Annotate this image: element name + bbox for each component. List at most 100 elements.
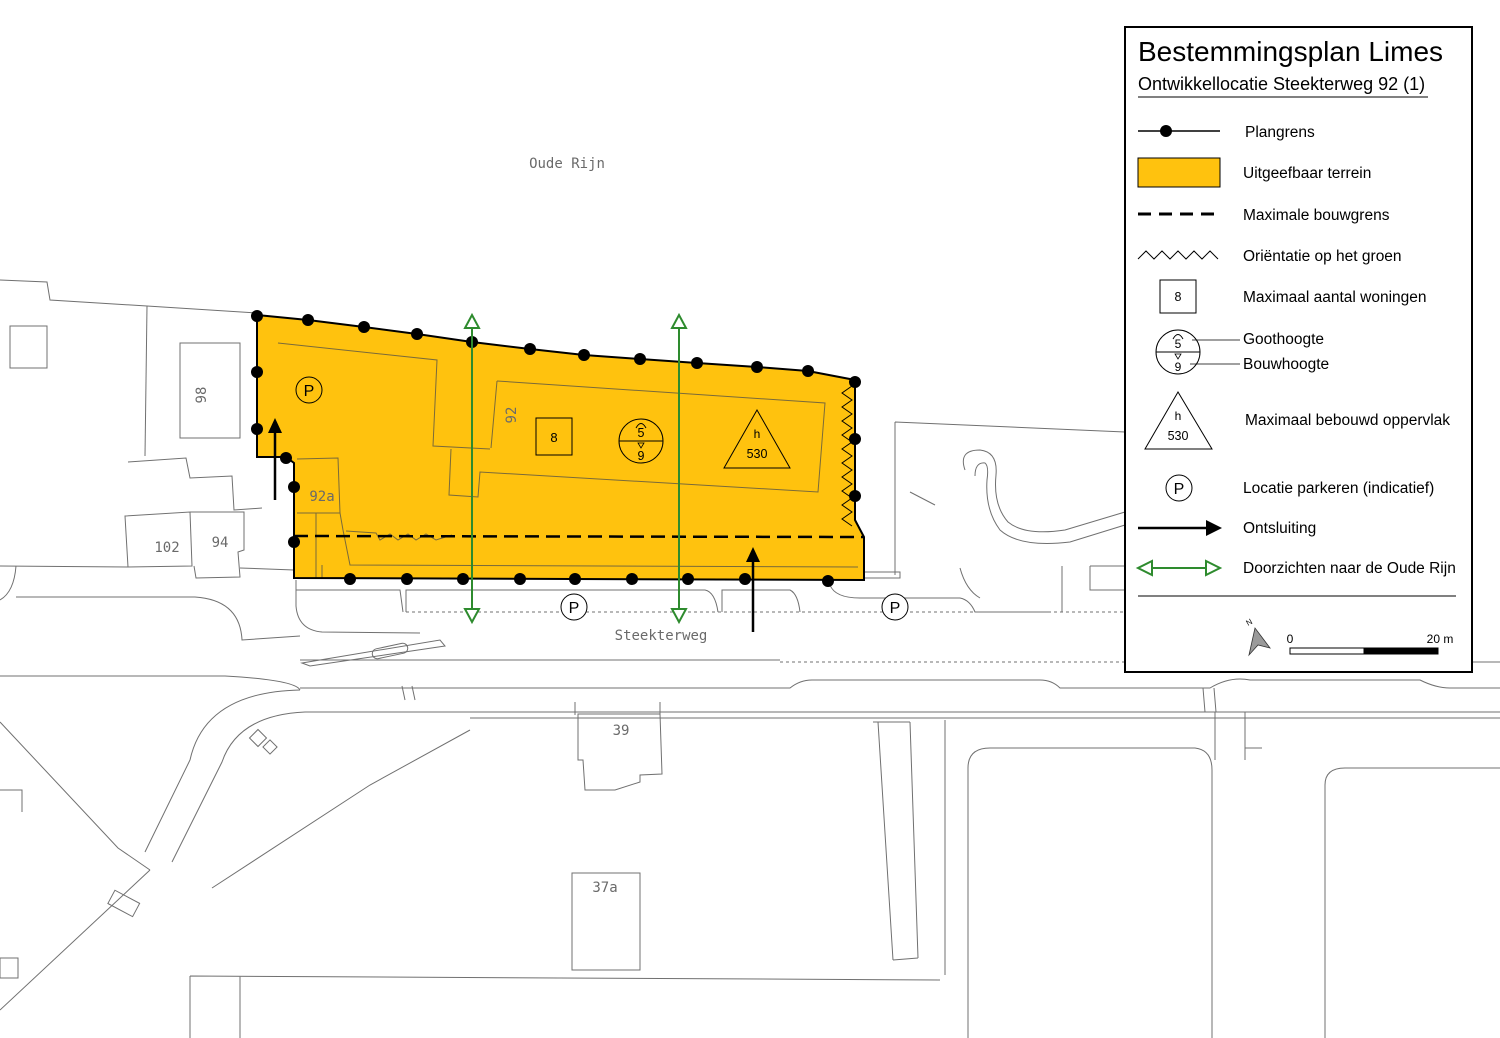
- plan-boundary-dot: [751, 361, 763, 373]
- plan-boundary-dot: [288, 481, 300, 493]
- plan-boundary-dot: [634, 353, 646, 365]
- cadastral-line: [0, 789, 23, 812]
- building-outline-98: [179, 342, 241, 439]
- parking-letter: P: [304, 383, 315, 400]
- gutter-height-value: 5: [638, 426, 645, 440]
- curb-line: [296, 589, 404, 613]
- legend: Bestemmingsplan Limes Ontwikkellocatie S…: [1124, 26, 1473, 673]
- house-number-label: 102: [154, 540, 179, 556]
- legend-dwellings-value: 8: [1175, 290, 1182, 304]
- plan-boundary-dot: [682, 573, 694, 585]
- cadastral-line: [574, 702, 661, 715]
- plan-boundary-dot: [569, 573, 581, 585]
- legend-area-code: h: [1175, 409, 1182, 423]
- cadastral-line: [0, 869, 151, 1011]
- plan-boundary-dot: [251, 423, 263, 435]
- cadastral-line: [211, 729, 471, 889]
- crossing-line: [401, 685, 1217, 713]
- legend-label-plangrens: Plangrens: [1245, 124, 1315, 141]
- road-edge: [171, 711, 306, 863]
- curb-line: [721, 589, 801, 613]
- plan-map: P 8 5 9 h 530 P P Oude Rijn Steekterweg …: [0, 26, 1500, 1038]
- building-outline: [262, 739, 278, 755]
- area-value: 530: [747, 447, 768, 461]
- plan-boundary-dot: [739, 573, 751, 585]
- plan-boundary-dot: [514, 573, 526, 585]
- scale-end-label: 20 m: [1427, 632, 1454, 646]
- plan-boundary-dot: [578, 349, 590, 361]
- curb-line: [1061, 565, 1125, 612]
- scale-segment-black: [1363, 647, 1439, 655]
- legend-label-groen: Oriëntatie op het groen: [1243, 248, 1402, 265]
- house-number-label: 92a: [309, 489, 334, 505]
- cadastral-line: [127, 457, 263, 511]
- legend-title: Bestemmingsplan Limes: [1138, 36, 1443, 67]
- cadastral-line: [873, 721, 919, 961]
- sightline-arrowhead: [670, 312, 688, 329]
- legend-label-parkeren: Locatie parkeren (indicatief): [1243, 480, 1434, 497]
- plan-boundary-dot: [411, 328, 423, 340]
- cadastral-line: [909, 491, 936, 506]
- cadastral-line: [1324, 767, 1500, 1038]
- plan-area: [257, 315, 864, 580]
- scale-segment-white: [1289, 647, 1365, 655]
- building-outline: [0, 957, 19, 979]
- road-edge: [144, 689, 301, 853]
- plan-boundary-dot: [251, 366, 263, 378]
- curb-line: [0, 565, 17, 601]
- curb-line: [829, 584, 1050, 613]
- cadastral-line: [967, 747, 1213, 1038]
- plan-boundary-dot: [401, 573, 413, 585]
- parking-letter: P: [890, 600, 901, 617]
- building-outline: [248, 728, 268, 748]
- water-label: Oude Rijn: [529, 156, 605, 172]
- legend-gutter-value: 5: [1175, 337, 1182, 351]
- sightline-arrowhead: [463, 312, 481, 329]
- curb-line: [295, 580, 421, 634]
- sightline-arrowhead: [670, 608, 688, 625]
- scale-start-label: 0: [1287, 632, 1294, 646]
- plan-boundary-dot: [344, 573, 356, 585]
- plan-boundary-dot: [802, 365, 814, 377]
- house-number-label: 39: [613, 723, 630, 739]
- plan-boundary-dot: [302, 314, 314, 326]
- street-label: Steekterweg: [615, 628, 708, 644]
- house-number-label: 98: [194, 387, 210, 404]
- height-symbol: 5 9: [618, 418, 664, 464]
- cadastral-line: [1214, 712, 1262, 760]
- plan-boundary-dot: [626, 573, 638, 585]
- sightline-arrowhead: [463, 608, 481, 625]
- building-outline: [9, 325, 48, 369]
- cadastral-line: [144, 305, 148, 457]
- plan-boundary-dot: [280, 452, 292, 464]
- plan-boundary-dot: [849, 433, 861, 445]
- traffic-island: [300, 639, 446, 667]
- legend-plan-boundary-dot: [1160, 125, 1172, 137]
- parking-symbol: P: [560, 593, 588, 621]
- plan-boundary-dot: [524, 343, 536, 355]
- road-edge: [0, 675, 301, 691]
- plan-boundary-dot: [822, 575, 834, 587]
- parking-symbol: P: [881, 593, 909, 621]
- legend-area-value: 530: [1168, 429, 1189, 443]
- cadastral-line: [0, 279, 258, 314]
- plan-boundary-dot: [251, 310, 263, 322]
- curb-line: [959, 567, 981, 599]
- area-code: h: [754, 427, 761, 441]
- curb-line: [16, 596, 301, 641]
- legend-label-woningen: Maximaal aantal woningen: [1243, 289, 1427, 306]
- building-height-value: 9: [638, 449, 645, 463]
- legend-label-doorzichten: Doorzichten naar de Oude Rijn: [1243, 560, 1456, 577]
- road-edge: [300, 678, 1500, 689]
- house-number-label: 92: [504, 407, 520, 424]
- legend-height-value: 9: [1175, 360, 1182, 374]
- legend-plan-area-swatch: [1137, 157, 1221, 188]
- parking-letter: P: [569, 600, 580, 617]
- max-building-line: [293, 534, 865, 539]
- legend-label-bouwhoogte: Bouwhoogte: [1243, 356, 1329, 373]
- parking-bay: [861, 571, 901, 579]
- legend-label-ontsluiting: Ontsluiting: [1243, 520, 1316, 537]
- legend-label-oppervlak: Maximaal bebouwd oppervlak: [1245, 412, 1450, 429]
- legend-subtitle: Ontwikkellocatie Steekterweg 92 (1): [1138, 74, 1425, 94]
- dwellings-value: 8: [550, 430, 557, 445]
